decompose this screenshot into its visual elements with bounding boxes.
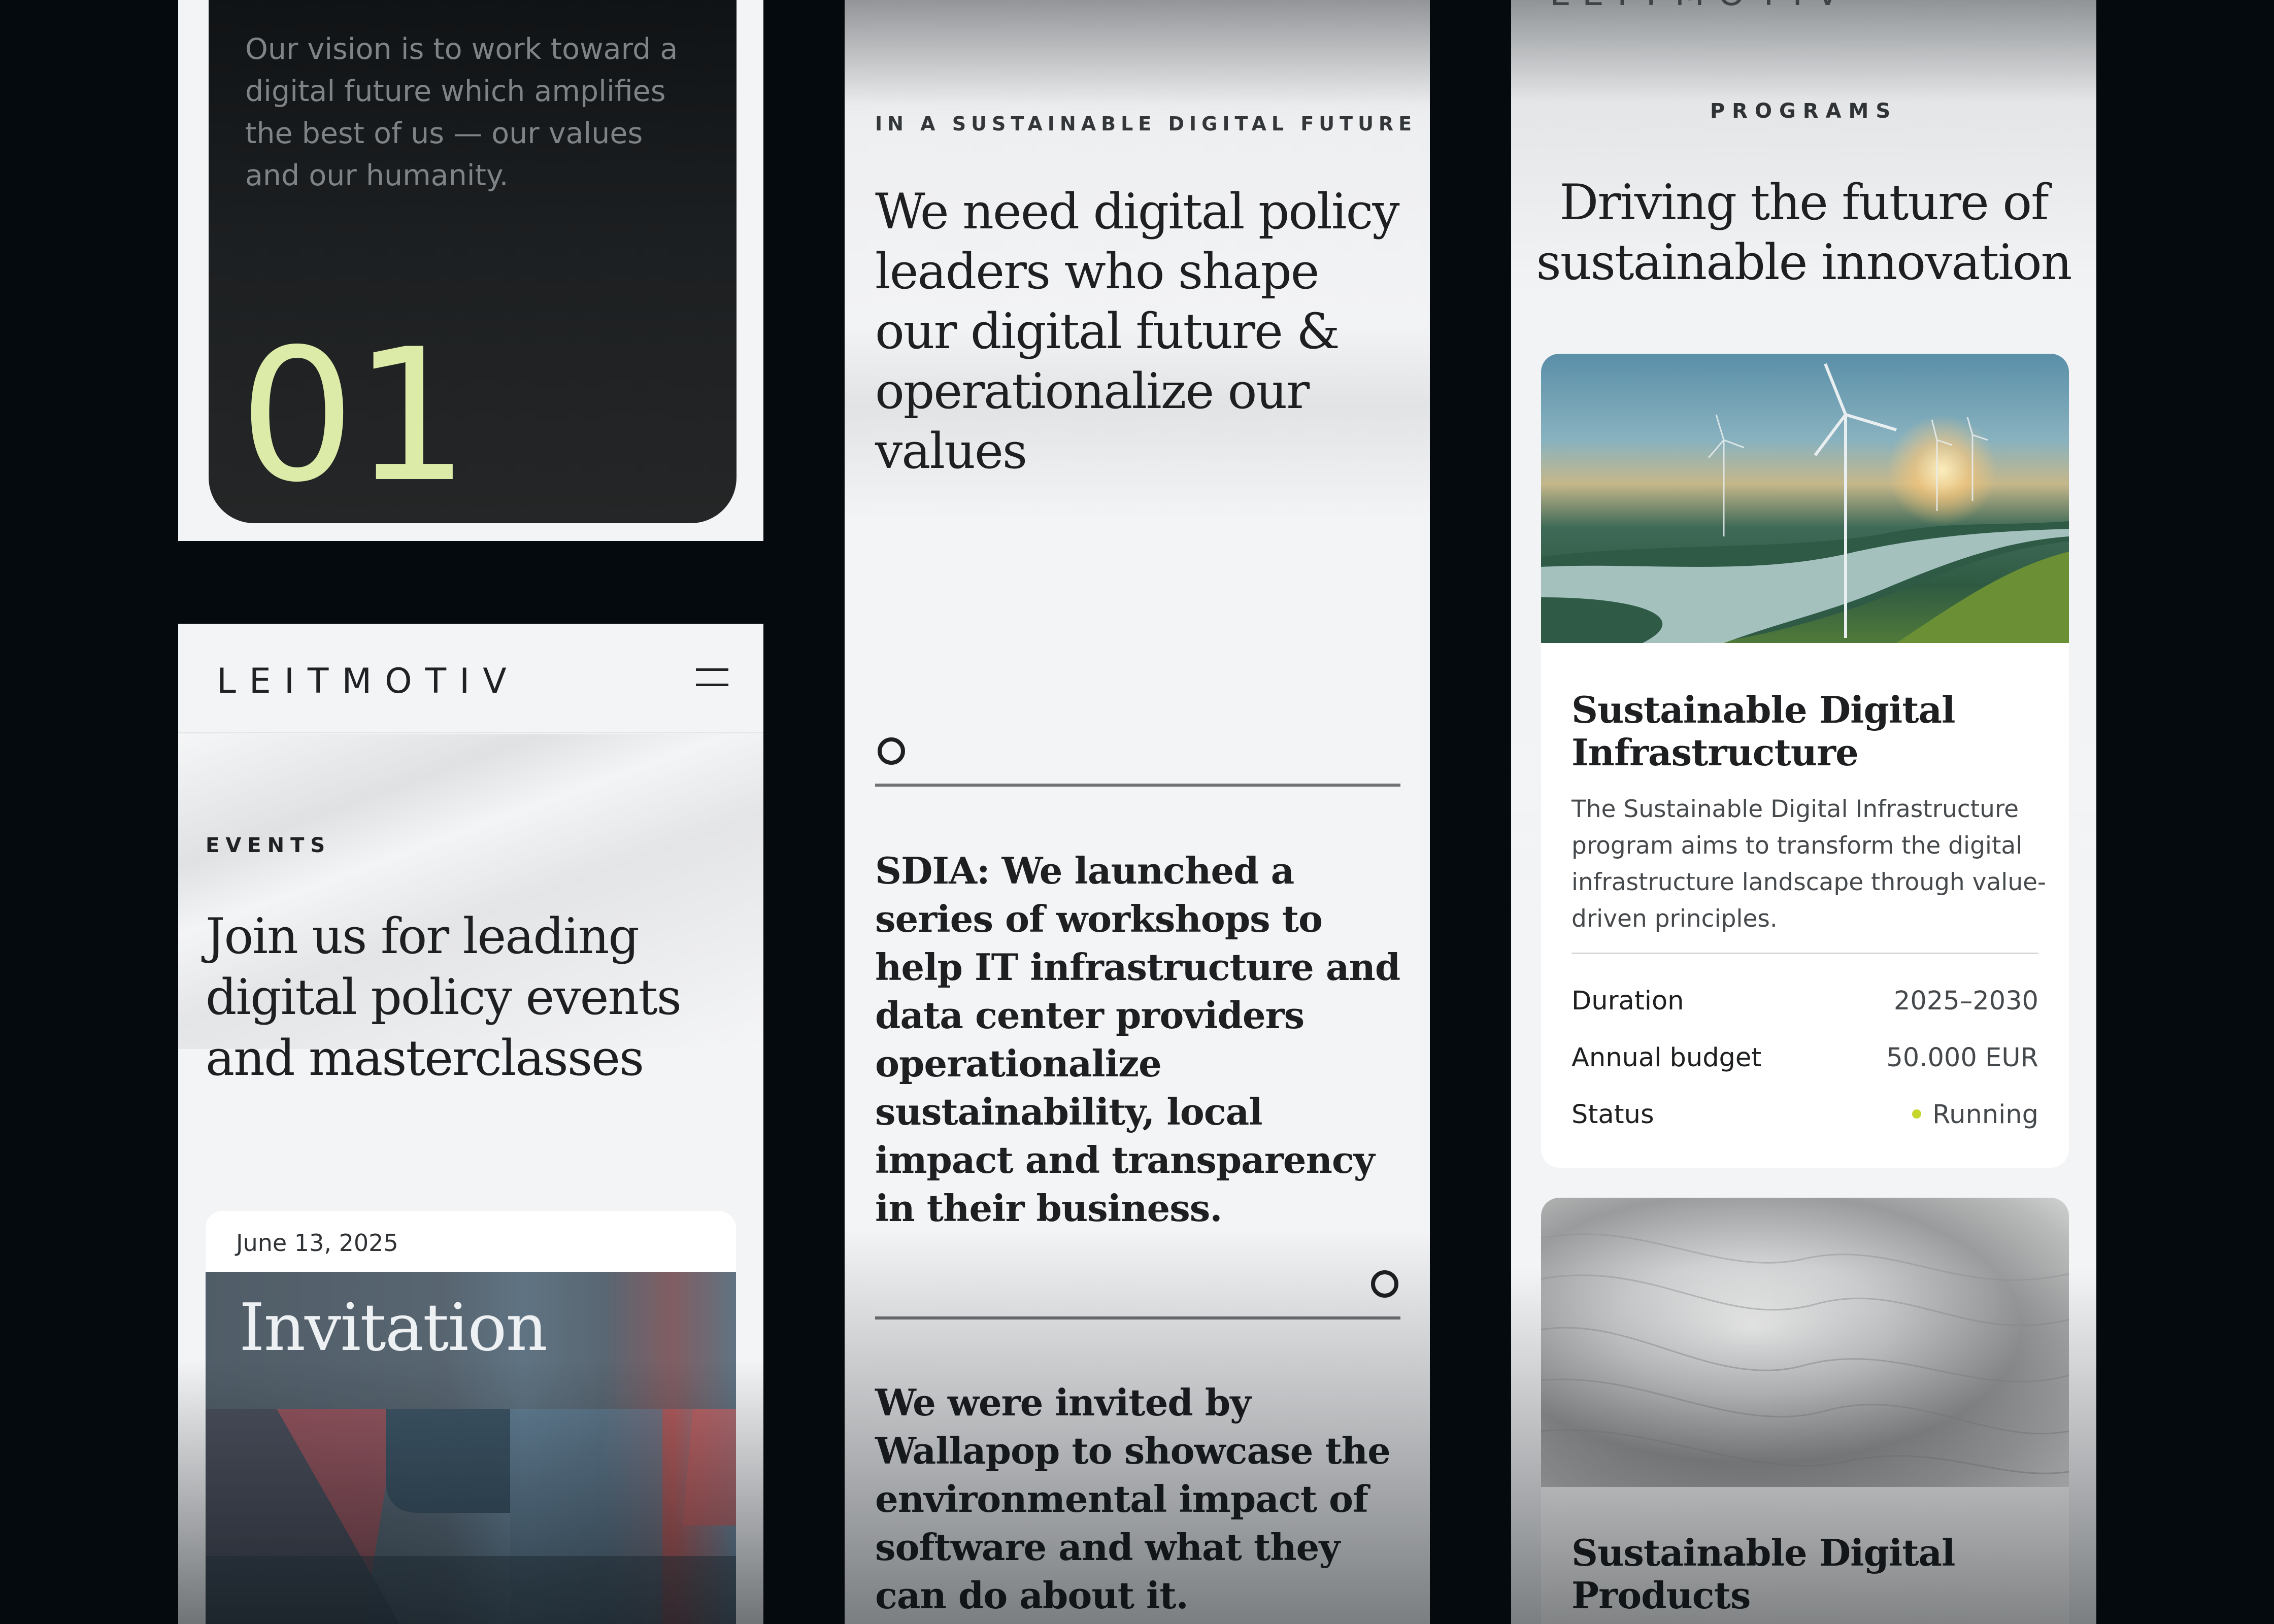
- vision-number: 01: [239, 310, 470, 522]
- news-screen: IN A SUSTAINABLE DIGITAL FUTURE We need …: [845, 0, 1430, 1624]
- meta-value: 2025–2030: [1893, 986, 2038, 1016]
- texture-graphic: [1541, 1233, 2069, 1474]
- program-card[interactable]: Sustainable Digital Products: [1541, 1198, 2069, 1624]
- vision-card: Our vision is to work toward a digital f…: [209, 0, 737, 523]
- status-value: Running: [1912, 1100, 2038, 1130]
- event-card[interactable]: June 13, 2025 Invitation: [206, 1211, 736, 1624]
- program-title[interactable]: Sustainable Digital Products: [1571, 1532, 2038, 1617]
- invitation-image: Invitation: [206, 1272, 736, 1624]
- meta-value: 50.000 EUR: [1886, 1043, 2038, 1073]
- event-date: June 13, 2025: [236, 1229, 398, 1257]
- fade-overlay-top: [845, 0, 1430, 107]
- abstract-texture-image: [1541, 1198, 2069, 1487]
- site-header: LEITMOTIV: [178, 624, 763, 733]
- wind-turbines-image: [1541, 354, 2069, 643]
- news-item[interactable]: SDIA: We launched a series of workshops …: [875, 731, 1400, 1238]
- invitation-title: Invitation: [239, 1290, 548, 1366]
- status-text: Running: [1932, 1100, 2038, 1130]
- programs-screen: LEITMOTIV PROGRAMS Driving the future of…: [1511, 0, 2096, 1624]
- meta-row-budget: Annual budget 50.000 EUR: [1571, 1043, 2038, 1078]
- news-heading: We need digital policy leaders who shape…: [875, 183, 1400, 480]
- meta-label: Status: [1571, 1100, 1654, 1130]
- turbine-icon: [1708, 363, 1988, 638]
- site-logo[interactable]: LEITMOTIV: [217, 661, 520, 701]
- program-title[interactable]: Sustainable Digital Infrastructure: [1571, 689, 2038, 774]
- events-screen: LEITMOTIV EVENTS Join us for leading dig…: [178, 624, 763, 1624]
- programs-heading: Driving the future of sustainable innova…: [1536, 174, 2072, 291]
- events-heading: Join us for leading digital policy event…: [206, 908, 682, 1087]
- site-logo[interactable]: LEITMOTIV: [1550, 0, 1853, 14]
- status-dot-icon: [1912, 1109, 1922, 1119]
- vision-text: Our vision is to work toward a digital f…: [245, 32, 678, 192]
- vision-screen: Our vision is to work toward a digital f…: [178, 0, 763, 541]
- divider: [1571, 953, 2038, 954]
- meta-row-duration: Duration 2025–2030: [1571, 986, 2038, 1022]
- meta-label: Duration: [1571, 986, 1684, 1016]
- news-item-text: We were invited by Wallapop to showcase …: [875, 1381, 1391, 1617]
- hamburger-menu-icon[interactable]: [696, 664, 728, 693]
- clock-icon: [878, 737, 905, 765]
- news-item-text: SDIA: We launched a series of workshops …: [875, 849, 1400, 1230]
- meta-row-status: Status Running: [1571, 1100, 2038, 1135]
- program-card[interactable]: Sustainable Digital Infrastructure The S…: [1541, 354, 2069, 1168]
- program-description: The Sustainable Digital Infrastructure p…: [1571, 795, 2046, 933]
- meta-label: Annual budget: [1571, 1043, 1762, 1073]
- clock-icon: [1371, 1270, 1398, 1298]
- news-item[interactable]: We were invited by Wallapop to showcase …: [875, 1264, 1400, 1619]
- fade-overlay-top: [1511, 0, 2096, 101]
- news-eyebrow: IN A SUSTAINABLE DIGITAL FUTURE: [875, 113, 1417, 135]
- programs-eyebrow: PROGRAMS: [1710, 99, 1898, 123]
- events-eyebrow: EVENTS: [206, 834, 331, 857]
